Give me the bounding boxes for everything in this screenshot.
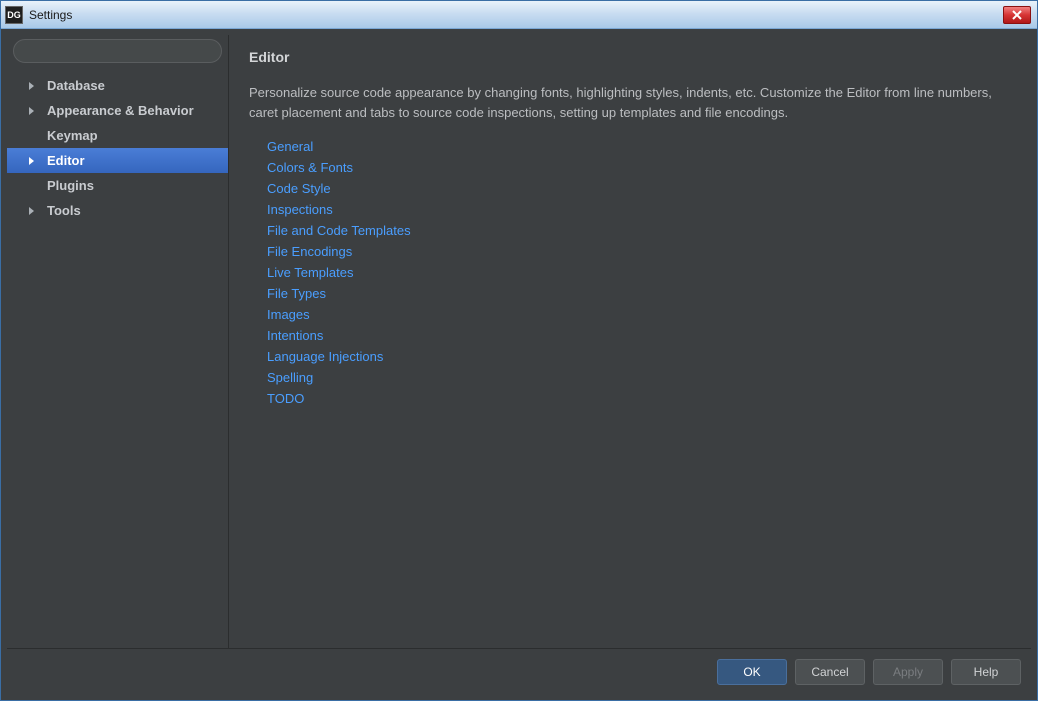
link-file-encodings[interactable]: File Encodings xyxy=(267,241,1011,262)
sidebar-item-label: Tools xyxy=(47,203,81,218)
expand-arrow-icon xyxy=(29,82,34,90)
main-area: Database Appearance & Behavior Keymap Edito… xyxy=(7,35,1031,648)
link-language-injections[interactable]: Language Injections xyxy=(267,346,1011,367)
sidebar-item-label: Database xyxy=(47,78,105,93)
footer: OK Cancel Apply Help xyxy=(7,648,1031,694)
content-description: Personalize source code appearance by ch… xyxy=(249,83,1011,122)
sidebar-item-label: Editor xyxy=(47,153,85,168)
sidebar: Database Appearance & Behavior Keymap Edito… xyxy=(7,35,229,648)
sidebar-item-tools[interactable]: Tools xyxy=(7,198,228,223)
link-todo[interactable]: TODO xyxy=(267,388,1011,409)
sidebar-item-keymap[interactable]: Keymap xyxy=(7,123,228,148)
link-spelling[interactable]: Spelling xyxy=(267,367,1011,388)
search-wrap xyxy=(7,35,228,69)
sidebar-item-database[interactable]: Database xyxy=(7,73,228,98)
link-file-types[interactable]: File Types xyxy=(267,283,1011,304)
settings-window: DG Settings Database Appearance & Behavio… xyxy=(0,0,1038,701)
close-button[interactable] xyxy=(1003,6,1031,24)
expand-arrow-icon xyxy=(29,157,34,165)
expand-arrow-icon xyxy=(29,107,34,115)
link-intentions[interactable]: Intentions xyxy=(267,325,1011,346)
window-title: Settings xyxy=(29,8,72,22)
ok-button[interactable]: OK xyxy=(717,659,787,685)
sidebar-item-label: Keymap xyxy=(47,128,98,143)
sidebar-item-editor[interactable]: Editor xyxy=(7,148,228,173)
sidebar-item-appearance-behavior[interactable]: Appearance & Behavior xyxy=(7,98,228,123)
sidebar-item-label: Plugins xyxy=(47,178,94,193)
apply-button[interactable]: Apply xyxy=(873,659,943,685)
expand-arrow-icon xyxy=(29,207,34,215)
link-code-style[interactable]: Code Style xyxy=(267,178,1011,199)
app-icon: DG xyxy=(5,6,23,24)
window-body: Database Appearance & Behavior Keymap Edito… xyxy=(1,29,1037,700)
link-inspections[interactable]: Inspections xyxy=(267,199,1011,220)
content-panel: Editor Personalize source code appearanc… xyxy=(229,35,1031,648)
titlebar[interactable]: DG Settings xyxy=(1,1,1037,29)
close-icon xyxy=(1012,10,1022,20)
link-images[interactable]: Images xyxy=(267,304,1011,325)
sidebar-item-plugins[interactable]: Plugins xyxy=(7,173,228,198)
search-input[interactable] xyxy=(13,39,222,63)
sidebar-item-label: Appearance & Behavior xyxy=(47,103,194,118)
settings-tree: Database Appearance & Behavior Keymap Edito… xyxy=(7,69,228,223)
content-links: GeneralColors & FontsCode StyleInspectio… xyxy=(249,136,1011,409)
link-file-and-code-templates[interactable]: File and Code Templates xyxy=(267,220,1011,241)
search-container xyxy=(13,39,222,63)
link-colors-fonts[interactable]: Colors & Fonts xyxy=(267,157,1011,178)
help-button[interactable]: Help xyxy=(951,659,1021,685)
link-general[interactable]: General xyxy=(267,136,1011,157)
link-live-templates[interactable]: Live Templates xyxy=(267,262,1011,283)
content-heading: Editor xyxy=(249,49,1011,65)
cancel-button[interactable]: Cancel xyxy=(795,659,865,685)
